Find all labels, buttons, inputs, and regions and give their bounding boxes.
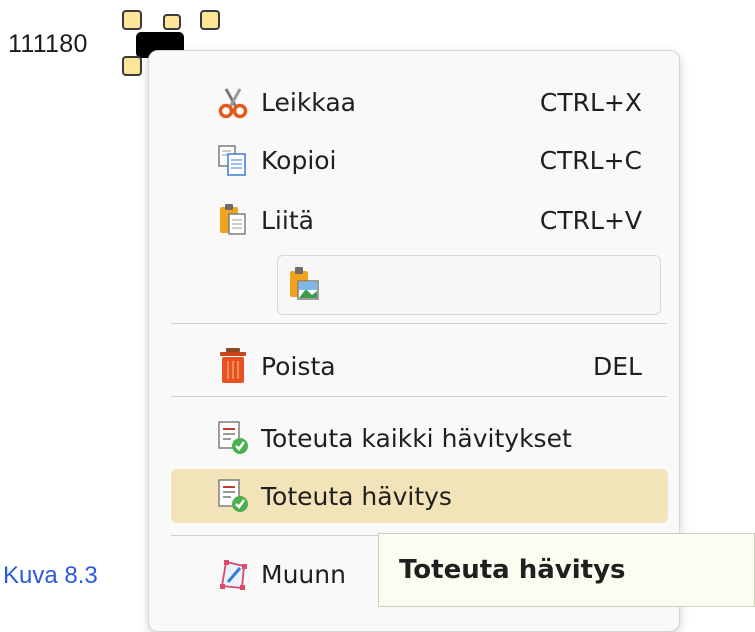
menu-item-shortcut: CTRL+V — [539, 205, 642, 235]
resize-handle-bottom-left[interactable] — [122, 56, 142, 76]
transform-icon — [215, 554, 251, 594]
menu-item-apply-all[interactable]: Toteuta kaikki hävitykset — [171, 411, 668, 465]
apply-document-icon — [215, 476, 251, 516]
resize-handle-top[interactable] — [163, 14, 181, 30]
apply-document-icon — [215, 418, 251, 458]
menu-separator — [171, 396, 667, 397]
menu-item-label: Toteuta kaikki hävitykset — [261, 423, 572, 453]
paste-special-button[interactable] — [277, 255, 661, 315]
paste-icon — [215, 200, 251, 240]
tooltip: Toteuta hävitys — [378, 533, 755, 607]
scissors-icon — [215, 82, 251, 122]
menu-item-label: Liitä — [261, 205, 314, 235]
field-value-text: 111180 — [8, 30, 88, 58]
menu-item-shortcut: CTRL+X — [539, 87, 642, 117]
menu-item-shortcut: CTRL+C — [539, 145, 642, 175]
resize-handle-top-left[interactable] — [122, 10, 142, 30]
menu-item-shortcut: DEL — [593, 351, 642, 381]
resize-handle-top-right[interactable] — [200, 10, 220, 30]
menu-item-label: Poista — [261, 351, 336, 381]
trash-icon — [215, 346, 251, 386]
menu-item-paste[interactable]: Liitä CTRL+V — [171, 193, 668, 247]
menu-item-cut[interactable]: Leikkaa CTRL+X — [171, 75, 668, 129]
copy-icon — [215, 140, 251, 180]
menu-separator — [171, 323, 667, 324]
menu-item-delete[interactable]: Poista DEL — [171, 339, 668, 393]
menu-item-copy[interactable]: Kopioi CTRL+C — [171, 133, 668, 187]
paste-image-icon — [286, 265, 322, 305]
menu-item-apply[interactable]: Toteuta hävitys — [171, 469, 668, 523]
figure-caption: Kuva 8.3 — [3, 562, 98, 589]
menu-item-label: Kopioi — [261, 145, 337, 175]
menu-item-label: Leikkaa — [261, 87, 356, 117]
menu-item-label: Toteuta hävitys — [261, 481, 452, 511]
